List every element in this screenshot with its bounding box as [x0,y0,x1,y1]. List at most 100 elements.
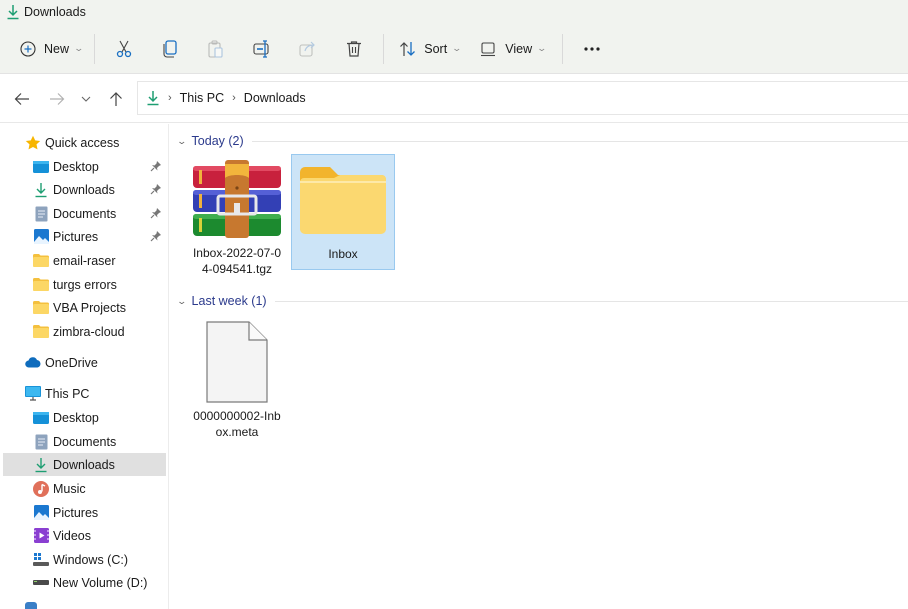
up-button[interactable] [105,89,127,109]
sidebar-item-pc-music[interactable]: Music [3,477,166,500]
sidebar-item-label: email-raser [53,253,116,268]
pin-icon[interactable] [150,160,162,175]
folder-icon [295,160,391,240]
recent-locations-button[interactable] [75,89,97,109]
rename-button[interactable] [239,31,285,67]
sidebar-item-label: This PC [45,386,90,401]
sidebar-item-label: Music [53,481,86,496]
desktop-icon [33,410,49,426]
address-bar[interactable]: › This PC › Downloads [137,81,908,115]
sidebar-item-zimbra-cloud[interactable]: zimbra-cloud [3,320,166,343]
sidebar-item-label: New Volume (D:) [53,575,148,590]
view-label: View [505,41,533,56]
star-icon [25,135,41,151]
cloud-icon [25,355,41,371]
folder-icon [33,300,49,316]
download-arrow-icon [147,91,159,106]
sidebar-item-vba-projects[interactable]: VBA Projects [3,296,166,319]
sidebar-item-windows-c[interactable]: Windows (C:) [3,548,166,571]
pictures-icon [33,505,49,521]
title-bar: Downloads [0,0,908,24]
pictures-icon [33,229,49,245]
download-arrow-icon [33,182,49,198]
music-icon [33,480,49,497]
group-header-last-week[interactable]: ⌄ Last week (1) [176,291,908,311]
group-header-today[interactable]: ⌄ Today (2) [176,131,908,151]
cut-button[interactable] [101,31,147,67]
pin-icon[interactable] [150,183,162,198]
sidebar-item-label: Pictures [53,229,99,244]
view-button[interactable]: View ⌄ [470,31,556,67]
sort-arrows-icon [400,41,416,56]
window-title: Downloads [24,5,86,19]
sidebar-item-documents[interactable]: Documents [3,202,166,225]
sort-button[interactable]: Sort ⌄ [390,31,470,67]
rename-icon [253,39,269,58]
windows-drive-icon [33,552,49,568]
chevron-down-icon: ⌄ [73,43,85,53]
sidebar-item-label: Downloads [53,457,115,472]
paste-button[interactable] [193,31,239,67]
breadcrumb-separator-icon: › [168,92,172,104]
new-button[interactable]: New ⌄ [18,31,88,67]
file-name-line: 4-094541.tgz [201,262,273,276]
network-icon [25,602,37,609]
file-tile-archive[interactable]: Inbox-2022-07-0 4-094541.tgz [185,154,289,276]
sidebar-item-downloads[interactable]: Downloads [3,178,166,201]
sidebar-item-label: turgs errors [53,277,117,292]
breadcrumb-downloads[interactable]: Downloads [244,91,306,105]
share-button[interactable] [285,31,331,67]
sidebar-item-label: Downloads [53,182,115,197]
more-options-button[interactable] [569,31,615,67]
sidebar-item-pc-documents[interactable]: Documents [3,430,166,453]
plus-circle-icon [20,40,36,57]
sidebar-item-label: OneDrive [45,355,98,370]
copy-button[interactable] [147,31,193,67]
chevron-down-icon: ⌄ [536,43,548,53]
sidebar-item-pictures[interactable]: Pictures [3,225,166,248]
chevron-down-icon [81,96,91,102]
sidebar-item-onedrive[interactable]: OneDrive [3,351,166,374]
group-header-label: Last week (1) [191,294,267,308]
file-name: 0000000002-Inb ox.meta [187,408,287,440]
breadcrumb-this-pc[interactable]: This PC [180,91,224,105]
sidebar-item-pc-desktop[interactable]: Desktop [3,406,166,429]
sidebar-item-pc-pictures[interactable]: Pictures [3,501,166,524]
file-tile-inbox-folder[interactable]: Inbox [291,154,395,270]
more-dots-icon [584,46,600,51]
arrow-left-icon [14,93,29,105]
sidebar-item-label: zimbra-cloud [53,324,125,339]
chevron-down-icon: ⌄ [176,135,188,146]
sidebar-item-desktop[interactable]: Desktop [3,155,166,178]
folder-icon [33,277,49,293]
archive-icon [189,159,285,239]
group-divider [274,300,908,302]
sidebar-item-pc-downloads[interactable]: Downloads [3,453,166,476]
file-name: Inbox [293,246,393,262]
delete-button[interactable] [331,31,377,67]
sidebar-item-label: Desktop [53,410,99,425]
back-button[interactable] [11,89,33,109]
new-label: New [44,41,70,56]
folder-icon [33,253,49,269]
forward-button[interactable] [46,89,68,109]
download-arrow-icon [7,5,19,20]
file-tile-meta[interactable]: 0000000002-Inb ox.meta [185,317,289,439]
toolbar-divider [383,33,384,64]
share-icon [299,41,315,57]
videos-icon [33,528,49,544]
sidebar-item-new-volume-d[interactable]: New Volume (D:) [3,571,166,594]
toolbar-divider [94,33,95,64]
pin-icon[interactable] [150,230,162,245]
group-header-label: Today (2) [191,134,244,148]
sidebar-item-this-pc[interactable]: This PC [3,382,166,405]
pin-icon[interactable] [150,207,162,222]
drive-icon [33,575,49,591]
sidebar-item-label: Desktop [53,159,99,174]
file-name-line: Inbox [328,247,358,261]
sidebar-item-quick-access[interactable]: Quick access [3,131,166,154]
sidebar-item-pc-videos[interactable]: Videos [3,524,166,547]
toolbar-divider [562,33,563,64]
sidebar-item-turgs-errors[interactable]: turgs errors [3,273,166,296]
sidebar-item-email-raser[interactable]: email-raser [3,249,166,272]
